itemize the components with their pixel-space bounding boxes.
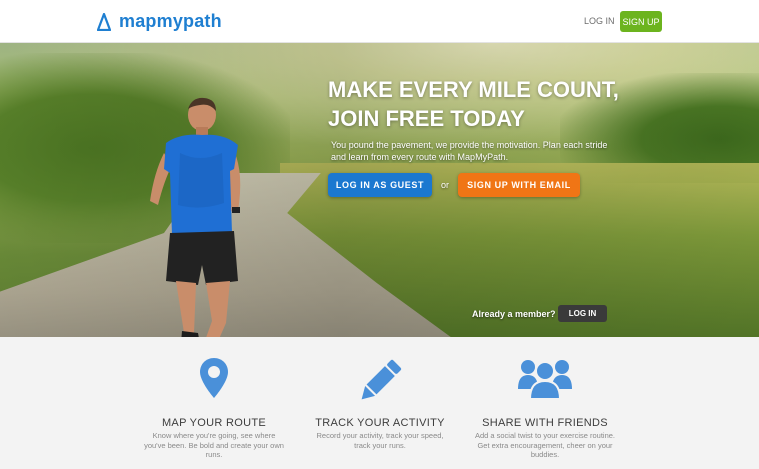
runner-image [150,97,241,337]
hero-title: MAKE EVERY MILE COUNT, JOIN FREE TODAY [328,75,658,133]
feature-description: Know where you're going, see where you'v… [144,431,284,459]
signup-with-email-button[interactable]: SIGN UP WITH EMAIL [458,173,580,197]
hero-login-button[interactable]: LOG IN [558,305,607,322]
nav-signup-button[interactable]: SIGN UP [620,11,662,32]
feature-description: Add a social twist to your exercise rout… [474,431,616,459]
map-pin-icon [200,358,228,398]
friends-icon [518,360,572,400]
hero-title-line1: MAKE EVERY MILE COUNT, [328,77,619,102]
pencil-icon [361,359,402,400]
hero-text-line2: and learn from every route with MapMyPat… [331,152,509,162]
hero-title-line2: JOIN FREE TODAY [328,106,525,131]
feature-title: TRACK YOUR ACTIVITY [315,417,445,429]
or-separator: or [441,180,450,190]
hero-text-line1: You pound the pavement, we provide the m… [331,140,608,150]
feature-description: Record your activity, track your speed, … [316,431,444,450]
feature-title: MAP YOUR ROUTE [161,417,267,429]
feature-title: SHARE WITH FRIENDS [482,417,608,429]
already-member-label: Already a member? [472,309,556,319]
hero-banner: MAKE EVERY MILE COUNT, JOIN FREE TODAY Y… [0,43,759,337]
hero-description: You pound the pavement, we provide the m… [331,139,621,163]
features-section: MAP YOUR ROUTE Know where you're going, … [0,337,759,469]
logo-icon [97,12,111,31]
logo-text: mapmypath [119,11,222,31]
logo[interactable]: mapmypath [97,11,222,32]
nav-login-link[interactable]: LOG IN [584,16,615,26]
top-nav-bar: mapmypath LOG IN SIGN UP [0,0,759,43]
login-as-guest-button[interactable]: LOG IN AS GUEST [328,173,432,197]
